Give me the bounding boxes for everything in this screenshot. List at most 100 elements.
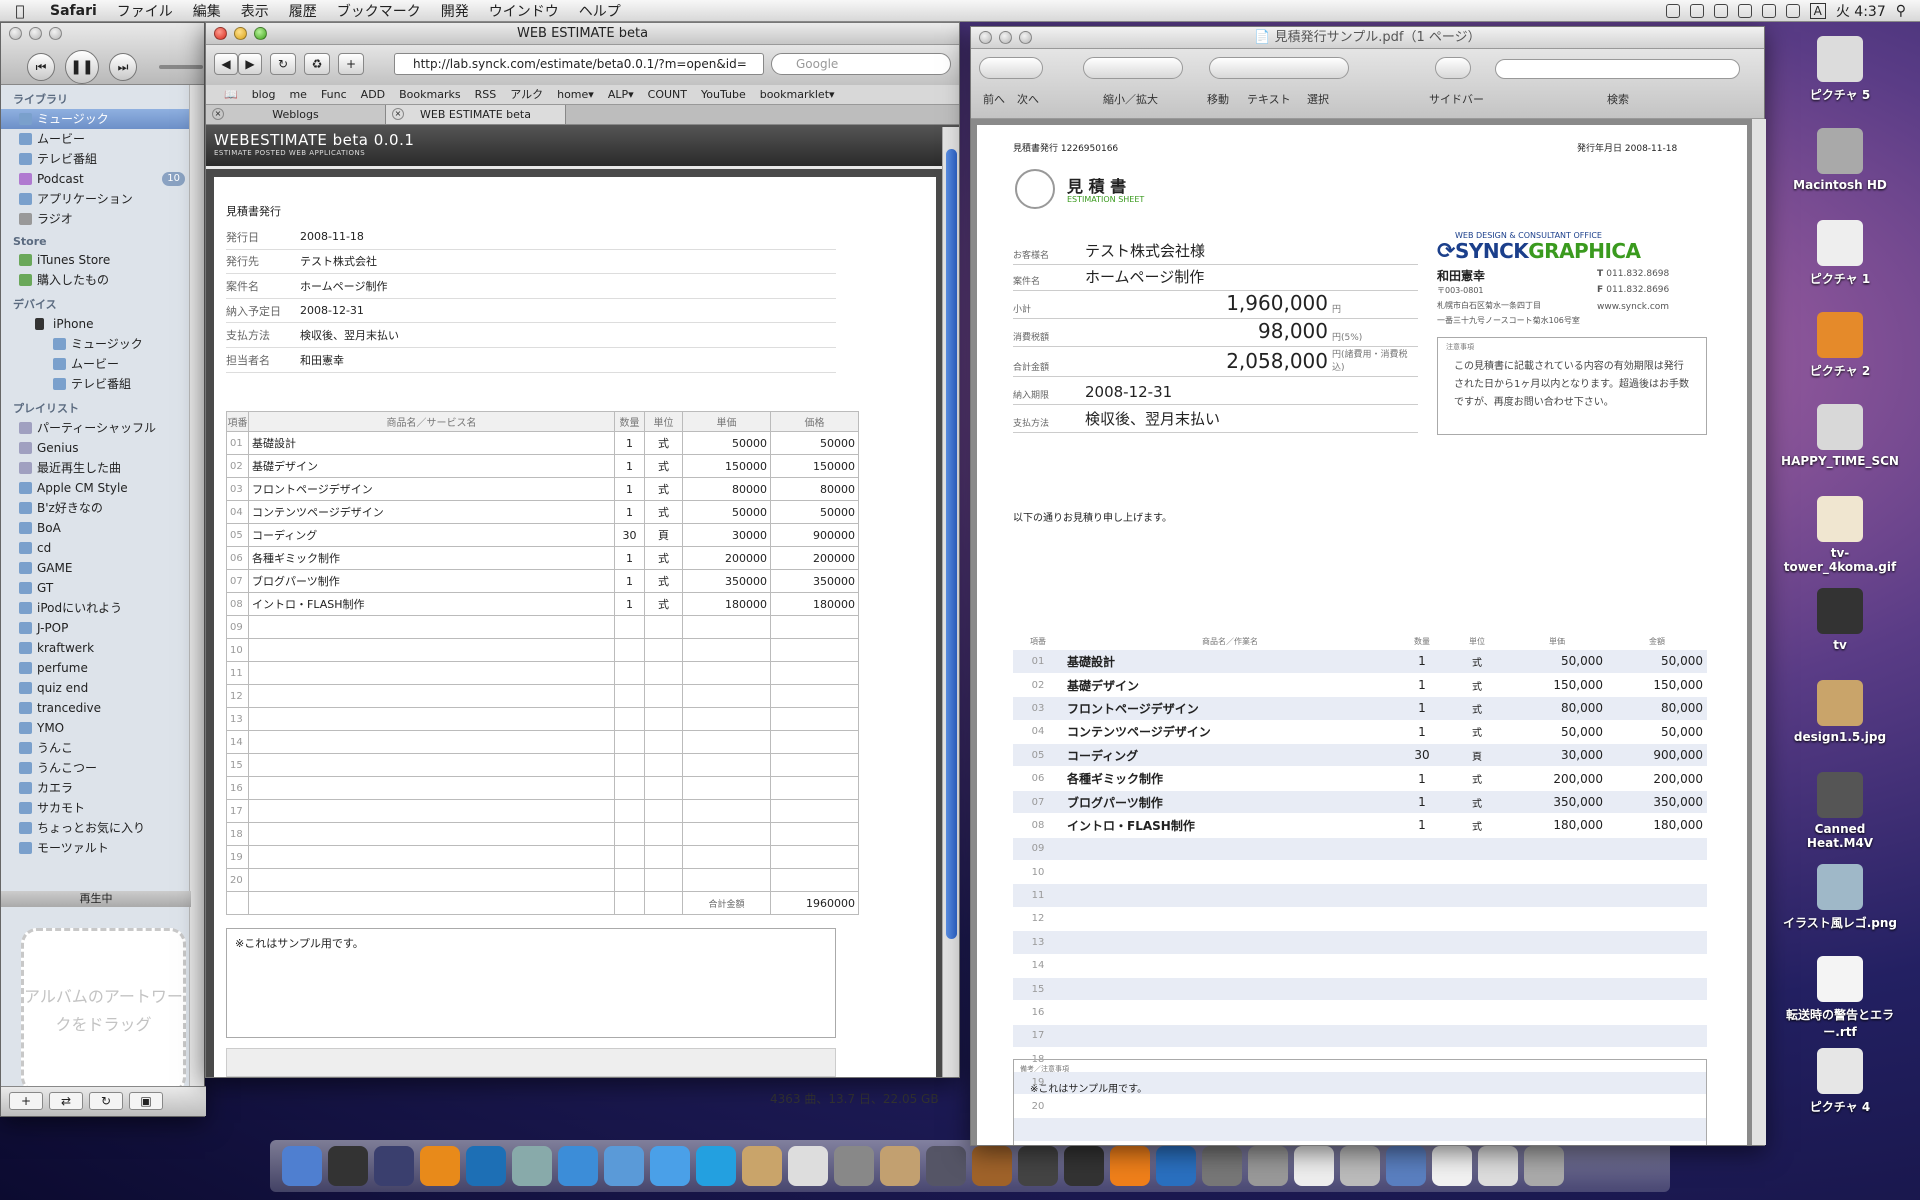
cell-no[interactable]: 05 xyxy=(226,523,249,547)
wifi-icon[interactable] xyxy=(1737,3,1752,18)
field-value[interactable]: 検収後、翌月末払い xyxy=(300,327,399,343)
empty-cell[interactable] xyxy=(644,776,683,800)
cell-price[interactable]: 200000 xyxy=(682,546,771,570)
ps-icon[interactable] xyxy=(466,1146,506,1186)
cell-unit[interactable]: 式 xyxy=(644,546,683,570)
quicktime-icon[interactable] xyxy=(1156,1146,1196,1186)
empty-cell[interactable] xyxy=(644,684,683,708)
cell-name[interactable]: コーディング xyxy=(248,523,615,547)
menu-edit[interactable]: 編集 xyxy=(183,1,231,21)
playlist-item[interactable]: J-POP xyxy=(1,618,191,638)
empty-cell[interactable] xyxy=(682,707,771,731)
preview-scrollbar[interactable] xyxy=(1752,119,1766,1145)
prev-next-buttons[interactable] xyxy=(979,57,1043,79)
empty-cell[interactable] xyxy=(614,684,645,708)
empty-cell[interactable] xyxy=(682,753,771,777)
menu-clock[interactable]: 火 4:37 xyxy=(1836,1,1886,21)
empty-cell[interactable] xyxy=(614,776,645,800)
field-value[interactable]: テスト株式会社 xyxy=(300,253,377,269)
cell-price[interactable]: 50000 xyxy=(682,500,771,524)
empty-cell[interactable] xyxy=(682,845,771,869)
cell-qty[interactable]: 1 xyxy=(614,431,645,455)
playlist-item[interactable]: B'z好きなの xyxy=(1,498,191,518)
close-button[interactable] xyxy=(214,27,227,40)
cell-unit[interactable]: 式 xyxy=(644,454,683,478)
menu-bookmarks[interactable]: ブックマーク xyxy=(327,1,431,21)
desktop-icon[interactable]: ピクチャ 1 xyxy=(1780,220,1900,287)
cell-total[interactable]: 180000 xyxy=(770,592,859,616)
empty-cell[interactable] xyxy=(682,638,771,662)
empty-cell[interactable] xyxy=(644,753,683,777)
bookmark-item[interactable]: YouTube xyxy=(701,85,746,104)
timemachine-icon[interactable] xyxy=(1761,3,1776,18)
empty-cell[interactable] xyxy=(682,822,771,846)
playlist-item[interactable]: うんこつー xyxy=(1,758,191,778)
empty-cell[interactable] xyxy=(644,845,683,869)
source-apps[interactable]: アプリケーション xyxy=(1,189,191,209)
empty-cell[interactable] xyxy=(614,661,645,685)
tab-web-estimate[interactable]: × WEB ESTIMATE beta xyxy=(386,105,566,124)
empty-cell[interactable] xyxy=(614,730,645,754)
bookmarks-book-icon[interactable]: 📖 xyxy=(224,85,238,104)
menu-develop[interactable]: 開発 xyxy=(431,1,479,21)
source-tv[interactable]: テレビ番組 xyxy=(1,149,191,169)
empty-cell[interactable] xyxy=(248,799,615,823)
bookmark-item[interactable]: アルク xyxy=(510,85,543,104)
input-menu[interactable]: A xyxy=(1809,2,1826,19)
previous-track-button[interactable]: ⏮ xyxy=(27,53,55,81)
empty-cell[interactable] xyxy=(644,638,683,662)
show-artwork-button[interactable]: ▣ xyxy=(129,1092,163,1110)
source-podcast[interactable]: Podcast 10 xyxy=(1,169,191,189)
photo-icon[interactable] xyxy=(834,1146,874,1186)
desktop-icon[interactable]: ピクチャ 2 xyxy=(1780,312,1900,379)
shuffle-button[interactable]: ⇄ xyxy=(49,1092,83,1110)
forward-button[interactable]: ▶ xyxy=(238,53,262,75)
desktop-icon[interactable]: tv xyxy=(1780,588,1900,652)
menu-window[interactable]: ウインドウ xyxy=(479,1,569,21)
cell-unit[interactable]: 式 xyxy=(644,431,683,455)
cell-qty[interactable]: 1 xyxy=(614,454,645,478)
activity-icon[interactable] xyxy=(1202,1146,1242,1186)
cell-total[interactable]: 200000 xyxy=(770,546,859,570)
preview-icon[interactable] xyxy=(512,1146,552,1186)
cell-total[interactable]: 50000 xyxy=(770,431,859,455)
empty-cell[interactable] xyxy=(248,753,615,777)
ae-icon[interactable] xyxy=(374,1146,414,1186)
bookmark-item[interactable]: ALP▾ xyxy=(608,85,634,104)
empty-cell[interactable] xyxy=(770,707,859,731)
pause-button[interactable]: ❚❚ xyxy=(65,50,99,84)
source-itunes-store[interactable]: iTunes Store xyxy=(1,250,191,270)
empty-cell[interactable] xyxy=(770,868,859,892)
playlist-item[interactable]: サカモト xyxy=(1,798,191,818)
cell-qty[interactable]: 1 xyxy=(614,477,645,501)
source-scrollbar[interactable] xyxy=(189,85,204,1086)
source-music[interactable]: ミュージック xyxy=(1,109,191,129)
add-playlist-button[interactable]: + xyxy=(9,1092,43,1110)
playlist-item[interactable]: モーツァルト xyxy=(1,838,191,858)
zoom-buttons[interactable] xyxy=(1083,57,1183,79)
empty-cell[interactable] xyxy=(644,615,683,639)
cell-qty[interactable]: 1 xyxy=(614,592,645,616)
bookmark-item[interactable]: ADD xyxy=(361,85,385,104)
bookmark-item[interactable]: Func xyxy=(321,85,347,104)
empty-cell[interactable] xyxy=(770,822,859,846)
cell-price[interactable]: 350000 xyxy=(682,569,771,593)
zoom-button[interactable] xyxy=(49,27,62,40)
cell-total[interactable]: 350000 xyxy=(770,569,859,593)
playlist-item[interactable]: うんこ xyxy=(1,738,191,758)
empty-cell[interactable] xyxy=(614,615,645,639)
address-bar[interactable]: http://lab.synck.com/estimate/beta0.0.1/… xyxy=(394,53,764,75)
cell-name[interactable]: ブログパーツ制作 xyxy=(248,569,615,593)
empty-cell[interactable] xyxy=(682,661,771,685)
source-purchased[interactable]: 購入したもの xyxy=(1,270,191,290)
iphoto-icon[interactable] xyxy=(880,1146,920,1186)
empty-cell[interactable] xyxy=(248,845,615,869)
safari-icon[interactable] xyxy=(558,1146,598,1186)
itunes-icon[interactable] xyxy=(650,1146,690,1186)
playlist-item[interactable]: YMO xyxy=(1,718,191,738)
dashboard-icon[interactable] xyxy=(328,1146,368,1186)
playlist-item[interactable]: 最近再生した曲 xyxy=(1,458,191,478)
empty-cell[interactable] xyxy=(644,730,683,754)
pdf-search-input[interactable] xyxy=(1495,59,1740,79)
sync-icon[interactable] xyxy=(1689,3,1704,18)
